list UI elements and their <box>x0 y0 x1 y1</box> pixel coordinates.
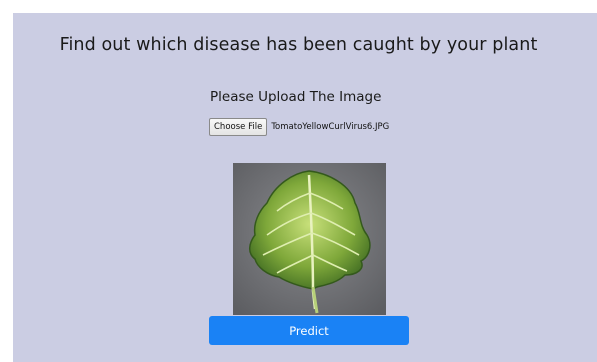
leaf-image-icon <box>233 163 386 315</box>
predict-button[interactable]: Predict <box>209 316 409 345</box>
selected-file-name: TomatoYellowCurlVirus6.JPG <box>271 122 390 132</box>
page-title: Find out which disease has been caught b… <box>59 35 538 55</box>
choose-file-button[interactable]: Choose File <box>209 118 268 136</box>
page-container: Find out which disease has been caught b… <box>13 13 597 362</box>
file-input[interactable]: Choose File TomatoYellowCurlVirus6.JPG <box>209 117 389 137</box>
upload-label: Please Upload The Image <box>210 89 382 105</box>
leaf-preview-image <box>233 163 386 315</box>
